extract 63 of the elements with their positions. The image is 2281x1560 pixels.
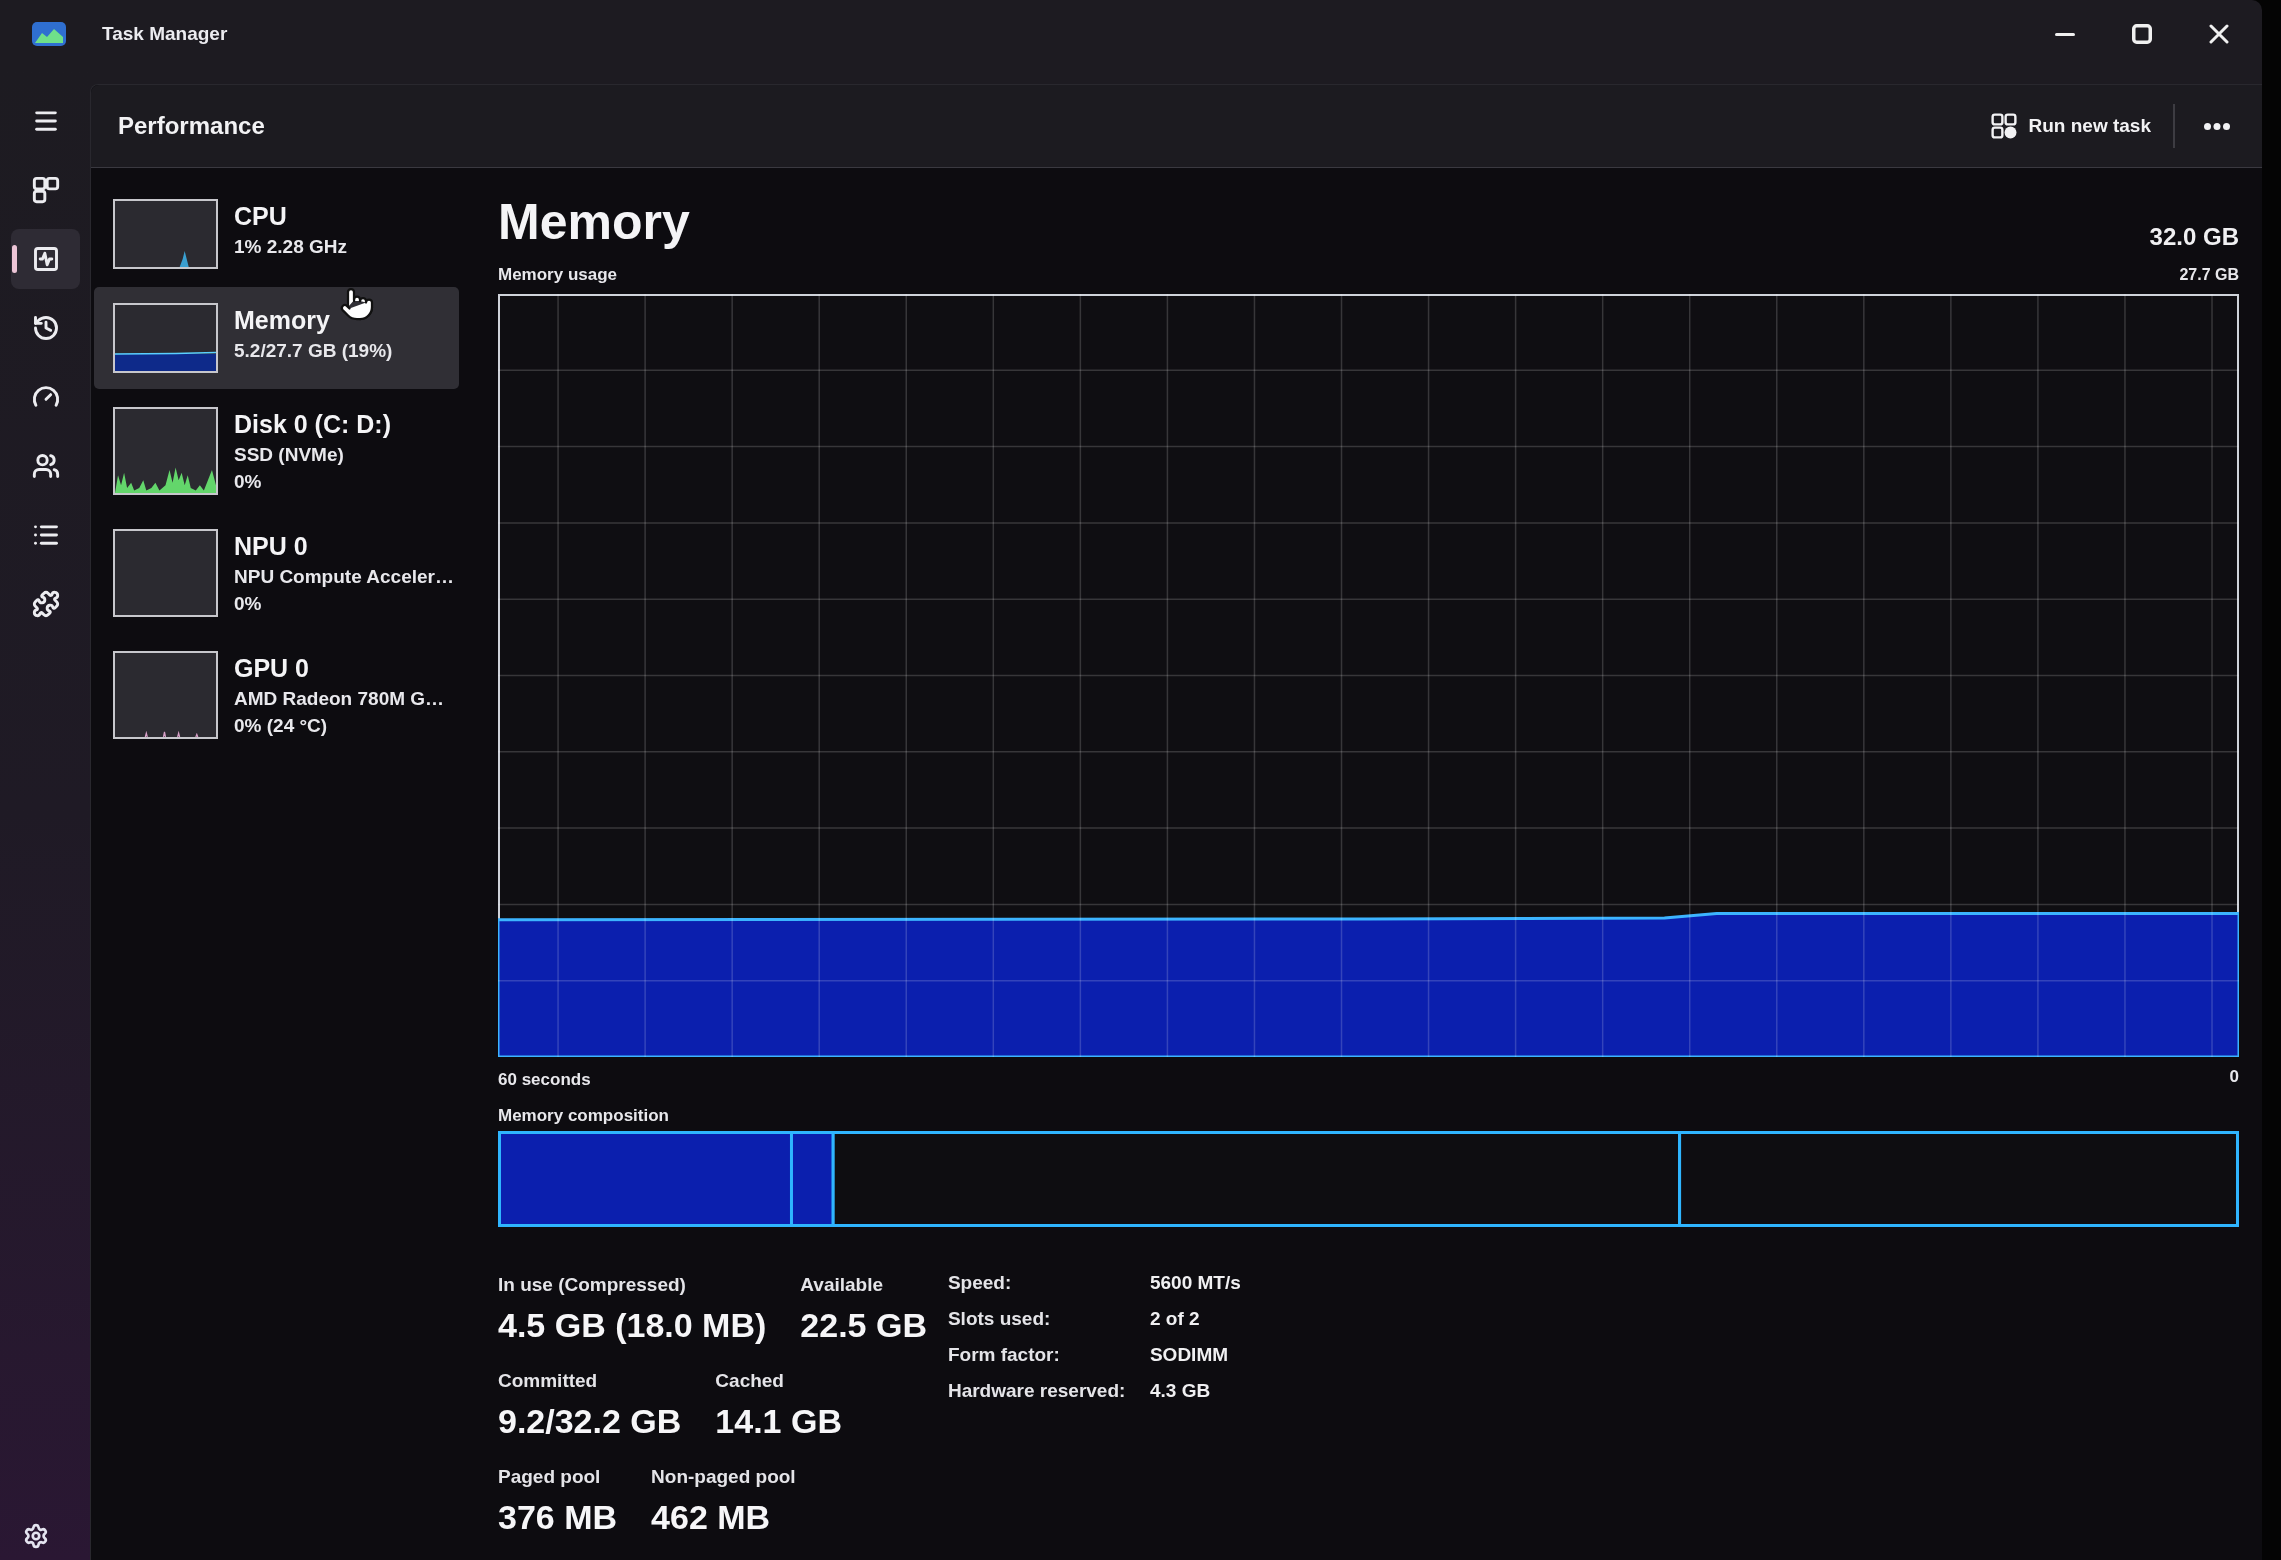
device-detail: 0% [234, 592, 262, 616]
axis-label: 60 seconds [498, 1069, 591, 1091]
device-tile[interactable]: NPU 0 NPU Compute Acceler… 0% [94, 513, 459, 633]
puzzle-icon [31, 590, 60, 618]
device-detail: NPU Compute Acceler… [234, 565, 454, 589]
history-icon [31, 314, 60, 342]
stat-value: 14.1 GB [715, 1401, 842, 1442]
composition-label: Memory composition [498, 1105, 669, 1127]
stat-label: In use (Compressed) [498, 1273, 686, 1297]
device-name: Disk 0 (C: D:) [234, 409, 391, 440]
property-value: 2 of 2 [1149, 1307, 1200, 1331]
stat-label: Paged pool [498, 1465, 601, 1489]
device-name: GPU 0 [234, 653, 310, 684]
device-name: NPU 0 [234, 531, 308, 562]
stat-value: 4.5 GB (18.0 MB) [498, 1305, 767, 1346]
grid-plus-icon [1990, 113, 2017, 139]
device-tile[interactable]: Disk 0 (C: D:) SSD (NVMe) 0% [94, 391, 459, 511]
device-name: CPU [234, 201, 287, 232]
activity-icon [31, 245, 60, 273]
page-title: Performance [118, 111, 265, 141]
stat-value: 376 MB [498, 1497, 618, 1538]
run-new-task-button[interactable]: Run new task [1978, 100, 2163, 152]
stat-value: 462 MB [651, 1497, 771, 1538]
stat-value: 22.5 GB [800, 1305, 927, 1346]
window-title: Task Manager [102, 21, 228, 46]
device-detail: SSD (NVMe) [234, 443, 344, 467]
stat-label: Committed [498, 1369, 598, 1393]
device-detail: 0% [234, 470, 262, 494]
hand-cursor-icon [339, 286, 375, 322]
device-tile[interactable]: CPU 1% 2.28 GHz [94, 183, 459, 285]
stat-value: 9.2/32.2 GB [498, 1401, 682, 1442]
selection-indicator [12, 245, 17, 273]
stat-label: Cached [715, 1369, 784, 1393]
property-label: Form factor: [947, 1343, 1060, 1367]
device-name: Memory [234, 305, 330, 336]
minimize-icon [2054, 32, 2075, 36]
maximize-icon [2131, 24, 2152, 44]
stat-label: Non-paged pool [651, 1465, 796, 1489]
axis-label: 0 [2229, 1067, 2239, 1087]
device-detail: 1% 2.28 GHz [234, 235, 347, 259]
users-icon [31, 452, 60, 480]
app-icon [32, 22, 66, 46]
property-value: SODIMM [1149, 1343, 1229, 1367]
nav-button[interactable] [11, 229, 80, 289]
graph-title: Memory usage [498, 264, 618, 286]
detail-title: Memory [498, 193, 690, 252]
axis-label: 27.7 GB [2179, 265, 2239, 285]
property-value: 5600 MT/s [1149, 1271, 1241, 1295]
property-label: Slots used: [947, 1307, 1051, 1331]
device-tile[interactable]: Memory 5.2/27.7 GB (19%) [94, 287, 459, 389]
property-label: Hardware reserved: [947, 1379, 1126, 1403]
device-detail: 0% (24 °C) [234, 714, 328, 738]
total-capacity: 32.0 GB [2149, 222, 2239, 252]
grid-icon [31, 176, 60, 204]
property-value: 4.3 GB [1149, 1379, 1211, 1403]
stat-label: Available [800, 1273, 884, 1297]
device-detail: AMD Radeon 780M G… [234, 687, 445, 711]
device-tile[interactable]: GPU 0 AMD Radeon 780M G… 0% (24 °C) [94, 635, 459, 755]
settings-icon [23, 1523, 49, 1549]
close-icon [2208, 24, 2229, 44]
property-label: Speed: [947, 1271, 1012, 1295]
device-detail: 5.2/27.7 GB (19%) [234, 339, 393, 363]
more-icon [2204, 122, 2230, 130]
